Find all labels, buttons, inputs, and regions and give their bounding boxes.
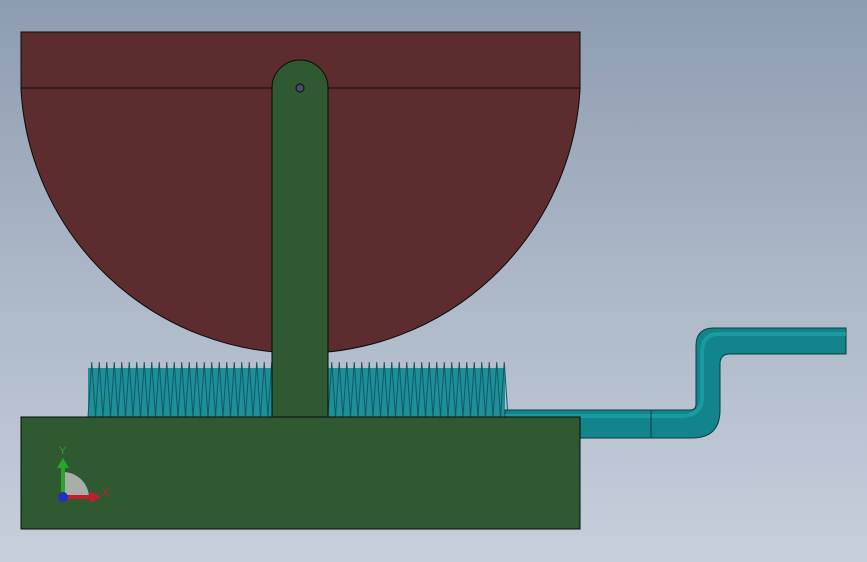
x-axis-label: X [102,487,110,499]
arm-part[interactable] [271,59,329,418]
base-block[interactable] [20,416,581,530]
pivot-hole [295,83,305,93]
z-axis-dot [58,492,68,502]
y-axis-label: Y [59,445,67,457]
arm-body [271,59,329,418]
cad-viewport[interactable]: Y X [0,0,867,562]
